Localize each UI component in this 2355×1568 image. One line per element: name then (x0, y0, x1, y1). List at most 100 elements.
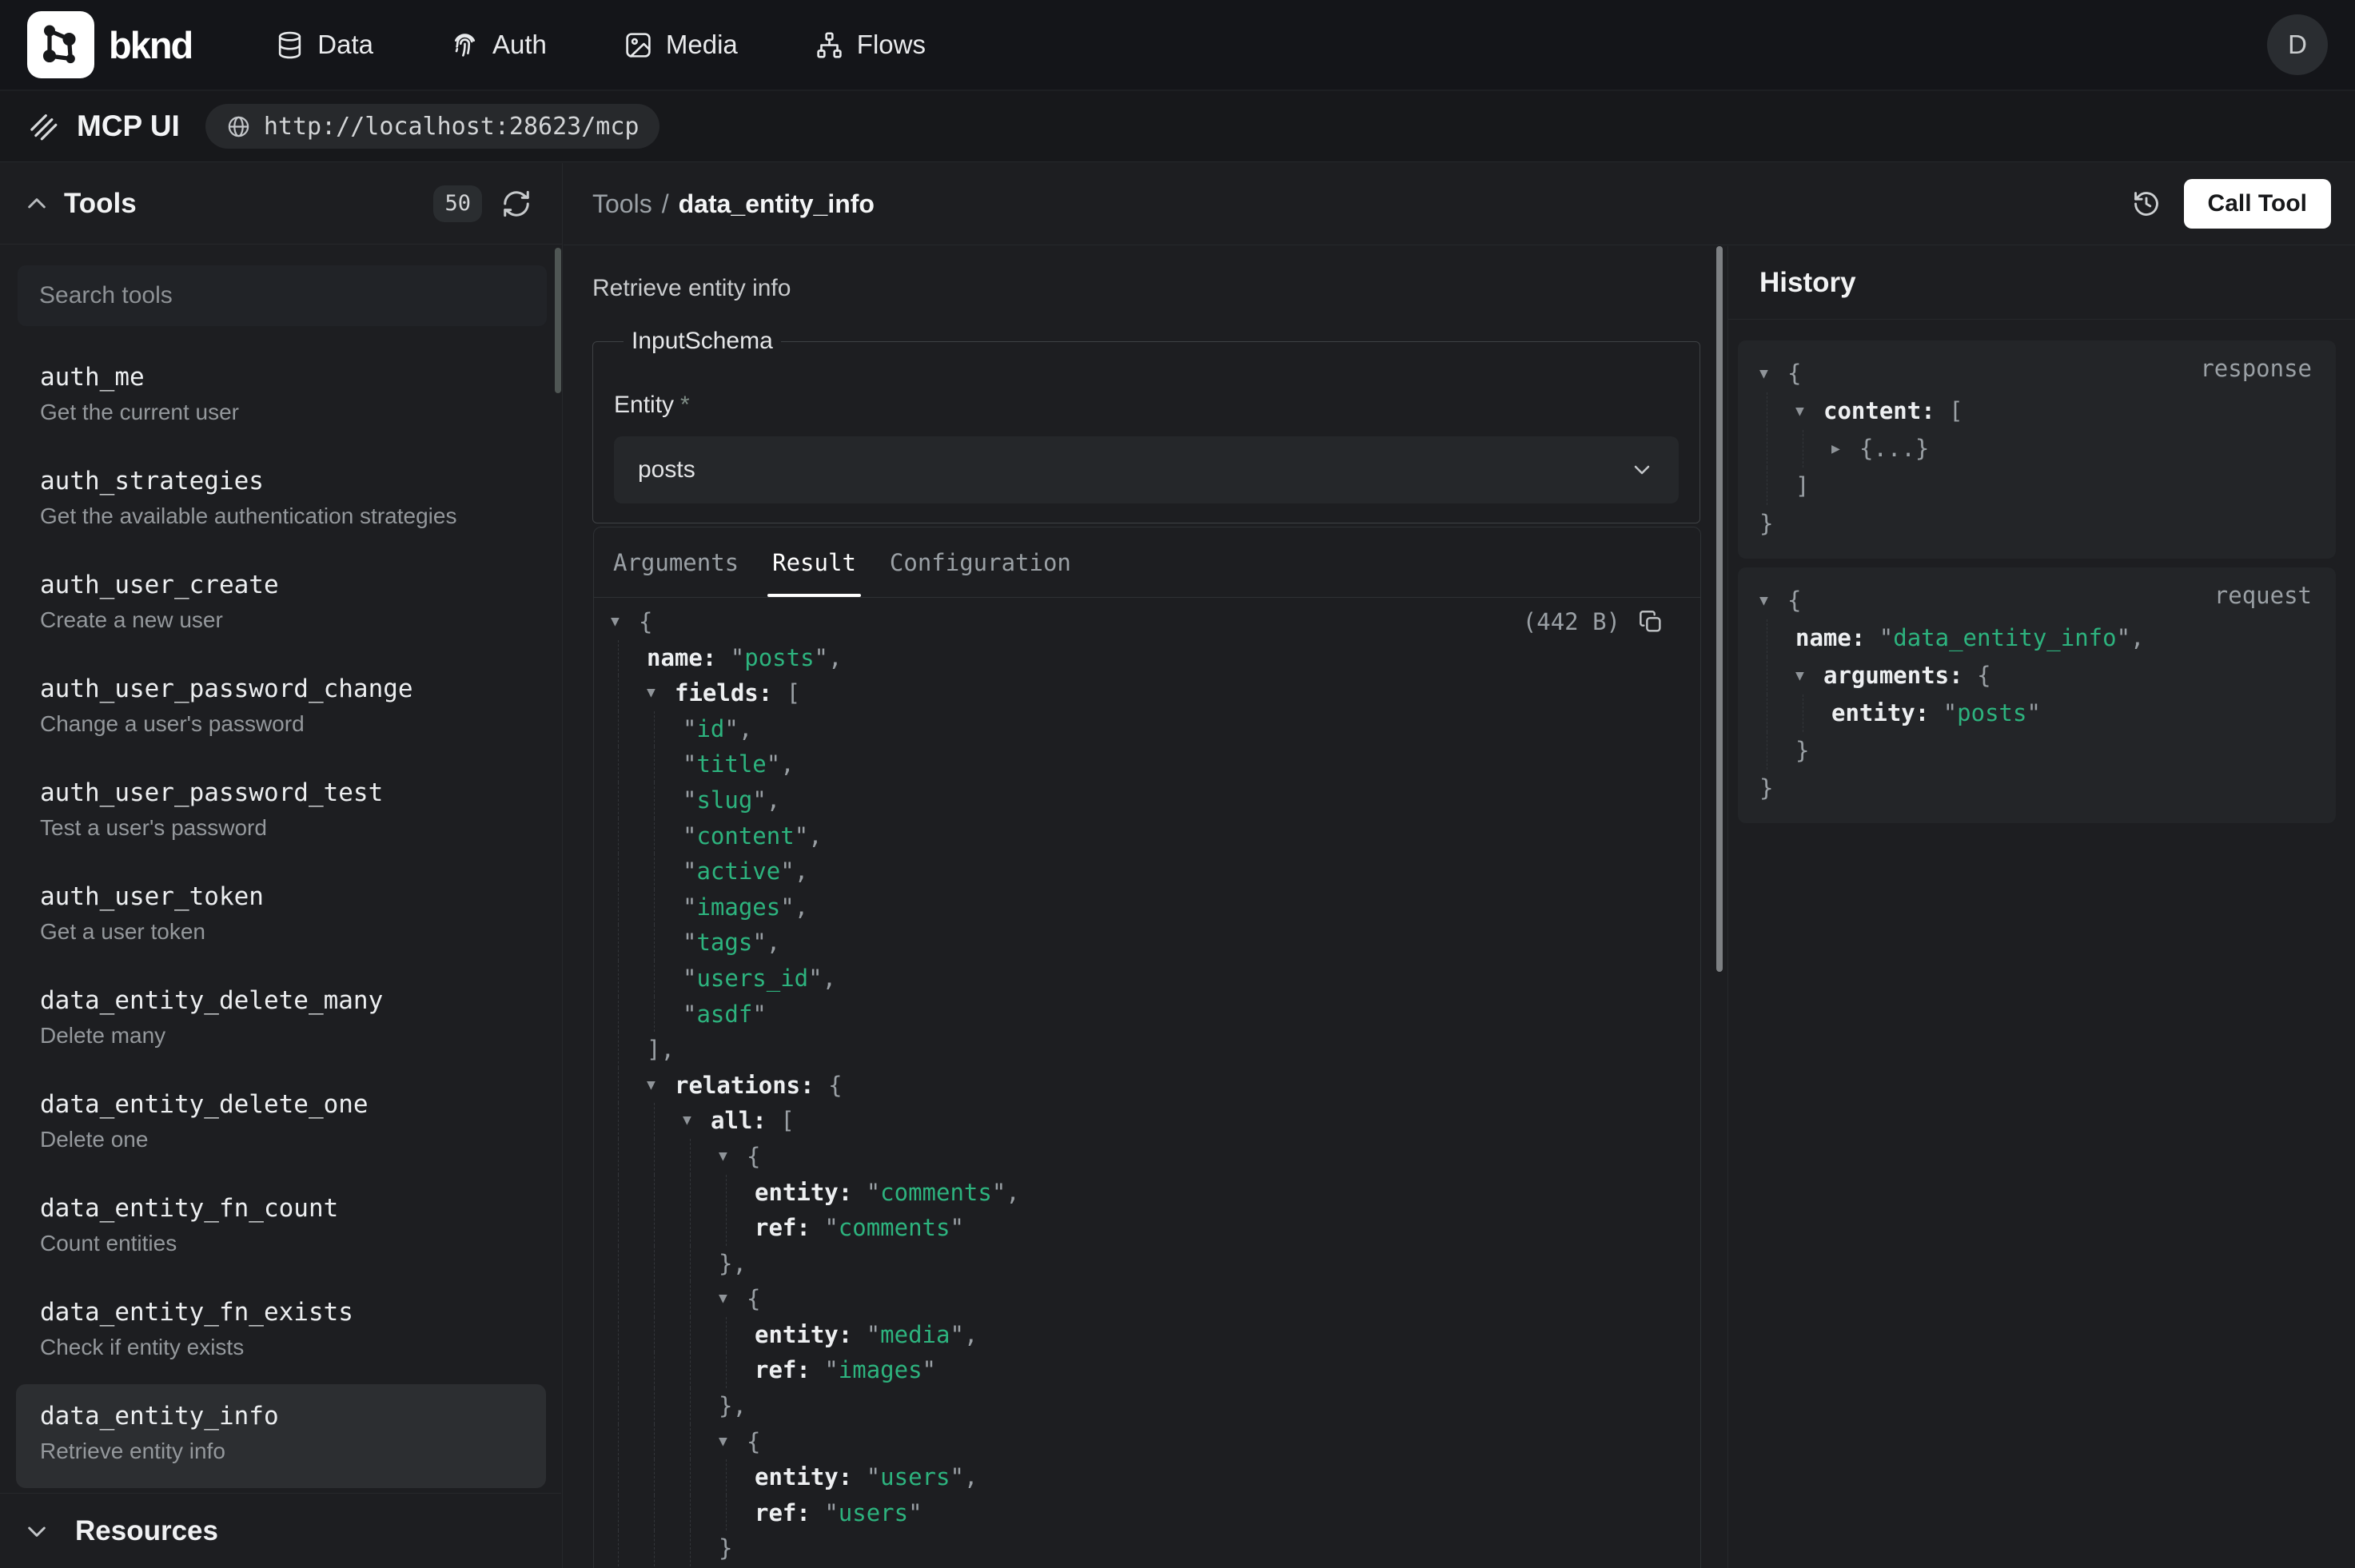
history-request-tree: ▼{name: "data_entity_info",▼arguments: {… (1738, 582, 2336, 807)
json-line: ▼{ (594, 1424, 1700, 1460)
json-line-text: { (594, 1281, 1700, 1317)
json-line: ref: "comments" (594, 1210, 1700, 1246)
nav-label: Media (666, 30, 738, 60)
nav-item-media[interactable]: Media (624, 30, 738, 60)
tree-toggle-icon[interactable]: ▼ (719, 1424, 747, 1460)
json-line-text: "tags", (594, 925, 1700, 961)
json-line-text: { (594, 1424, 1700, 1460)
indent-guide (690, 1281, 691, 1317)
tree-toggle-icon[interactable]: ▼ (719, 1139, 747, 1175)
indent-guide (654, 1424, 655, 1460)
tree-toggle-icon[interactable]: ▼ (1759, 355, 1787, 392)
tools-section-title: Tools (64, 188, 137, 220)
tree-toggle-icon[interactable]: ▶ (1831, 430, 1859, 468)
json-line: "asdf" (594, 997, 1700, 1033)
json-line: entity: "posts" (1738, 694, 2336, 732)
chevron-up-icon[interactable] (24, 191, 50, 217)
tool-name: data_entity_delete_one (40, 1088, 546, 1120)
indent-guide (726, 1175, 727, 1211)
json-line: ▼{ (594, 1139, 1700, 1175)
tool-name: auth_user_password_test (40, 777, 546, 809)
tool-description: Check if entity exists (40, 1334, 546, 1361)
json-line: ▼all: [ (594, 1103, 1700, 1139)
input-schema-fieldset: InputSchema Entity* posts (592, 328, 1700, 523)
indent-guide (654, 889, 655, 925)
tree-toggle-icon[interactable]: ▼ (683, 1103, 711, 1139)
workflow-icon (815, 30, 844, 60)
indent-guide (654, 1210, 655, 1246)
indent-guide (618, 1352, 619, 1388)
sidebar-scrollbar[interactable] (555, 248, 561, 393)
indent-guide (618, 997, 619, 1033)
call-tool-button[interactable]: Call Tool (2184, 179, 2331, 229)
tool-list-item[interactable]: auth_strategiesGet the available authent… (16, 449, 546, 553)
tool-list-item[interactable]: data_entity_fn_existsCheck if entity exi… (16, 1280, 546, 1384)
tab-result[interactable]: Result (772, 527, 856, 597)
breadcrumb-current: data_entity_info (679, 189, 875, 219)
indent-guide (618, 1459, 619, 1495)
history-icon[interactable] (2131, 189, 2162, 219)
resources-section[interactable]: Resources (0, 1493, 561, 1568)
entity-field-label: Entity* (614, 392, 1679, 419)
tab-arguments[interactable]: Arguments (613, 527, 739, 597)
mcp-title: MCP UI (77, 109, 180, 143)
indent-guide (618, 1103, 619, 1139)
indent-guide (654, 1459, 655, 1495)
json-line-text: "id", (594, 711, 1700, 747)
tool-list-item[interactable]: auth_user_password_changeChange a user's… (16, 657, 546, 761)
refresh-icon[interactable] (501, 189, 532, 219)
tab-configuration[interactable]: Configuration (890, 527, 1071, 597)
nav-item-data[interactable]: Data (275, 30, 373, 60)
tool-description: Create a new user (40, 607, 546, 634)
tool-list-item[interactable]: data_entity_delete_oneDelete one (16, 1073, 546, 1176)
tool-list-item[interactable]: auth_user_createCreate a new user (16, 553, 546, 657)
indent-guide (654, 854, 655, 889)
server-url-pill[interactable]: http://localhost:28623/mcp (205, 104, 660, 149)
indent-guide (618, 640, 619, 676)
tool-list-item[interactable]: auth_user_password_testTest a user's pas… (16, 761, 546, 865)
tree-toggle-icon[interactable]: ▼ (647, 675, 675, 711)
indent-guide (690, 1175, 691, 1211)
main-scrollbar[interactable] (1716, 246, 1723, 972)
tree-toggle-icon[interactable]: ▼ (647, 1068, 675, 1104)
json-line: ▼{ (1738, 355, 2336, 392)
search-input[interactable] (18, 265, 547, 326)
image-icon (624, 30, 653, 60)
tree-toggle-icon[interactable]: ▼ (1795, 392, 1823, 430)
history-card-request[interactable]: request ▼{name: "data_entity_info",▼argu… (1738, 567, 2336, 823)
history-card-response[interactable]: response ▼{▼content: [▶{...}]} (1738, 340, 2336, 559)
tool-name: data_entity_info (40, 1400, 546, 1432)
breadcrumb-root[interactable]: Tools (592, 189, 652, 219)
nav-item-flows[interactable]: Flows (815, 30, 926, 60)
indent-guide (690, 1459, 691, 1495)
indent-guide (618, 1281, 619, 1317)
json-line-text: "content", (594, 818, 1700, 854)
resources-section-title: Resources (75, 1515, 218, 1547)
json-line-text: }, (594, 1388, 1700, 1424)
indent-guide (618, 854, 619, 889)
tool-list-item[interactable]: data_entity_delete_manyDelete many (16, 969, 546, 1073)
indent-guide (618, 1388, 619, 1424)
json-line-text: name: "data_entity_info", (1738, 619, 2336, 657)
json-line: entity: "comments", (594, 1175, 1700, 1211)
indent-guide (690, 1139, 691, 1175)
brand-logo[interactable]: bknd (27, 11, 192, 78)
tree-toggle-icon[interactable]: ▼ (1795, 657, 1823, 694)
tool-list-item[interactable]: data_entity_infoRetrieve entity info (16, 1384, 546, 1488)
tool-list-item[interactable]: data_entity_fn_countCount entities (16, 1176, 546, 1280)
tool-list-item[interactable]: auth_meGet the current user (16, 345, 546, 449)
user-avatar[interactable]: D (2267, 14, 2328, 75)
tree-toggle-icon[interactable]: ▼ (1759, 582, 1787, 619)
tree-toggle-icon[interactable]: ▼ (611, 604, 639, 640)
nav-item-auth[interactable]: Auth (450, 30, 547, 60)
entity-select[interactable]: posts (614, 436, 1679, 503)
indent-guide (654, 925, 655, 961)
tool-list-item[interactable]: auth_user_tokenGet a user token (16, 865, 546, 969)
tree-toggle-icon[interactable]: ▼ (719, 1281, 747, 1317)
json-line: "title", (594, 746, 1700, 782)
json-line-text: ref: "comments" (594, 1210, 1700, 1246)
json-line: "content", (594, 818, 1700, 854)
json-line-text: ref: "images" (594, 1352, 1700, 1388)
indent-guide (690, 1210, 691, 1246)
json-line: ] (1738, 468, 2336, 505)
